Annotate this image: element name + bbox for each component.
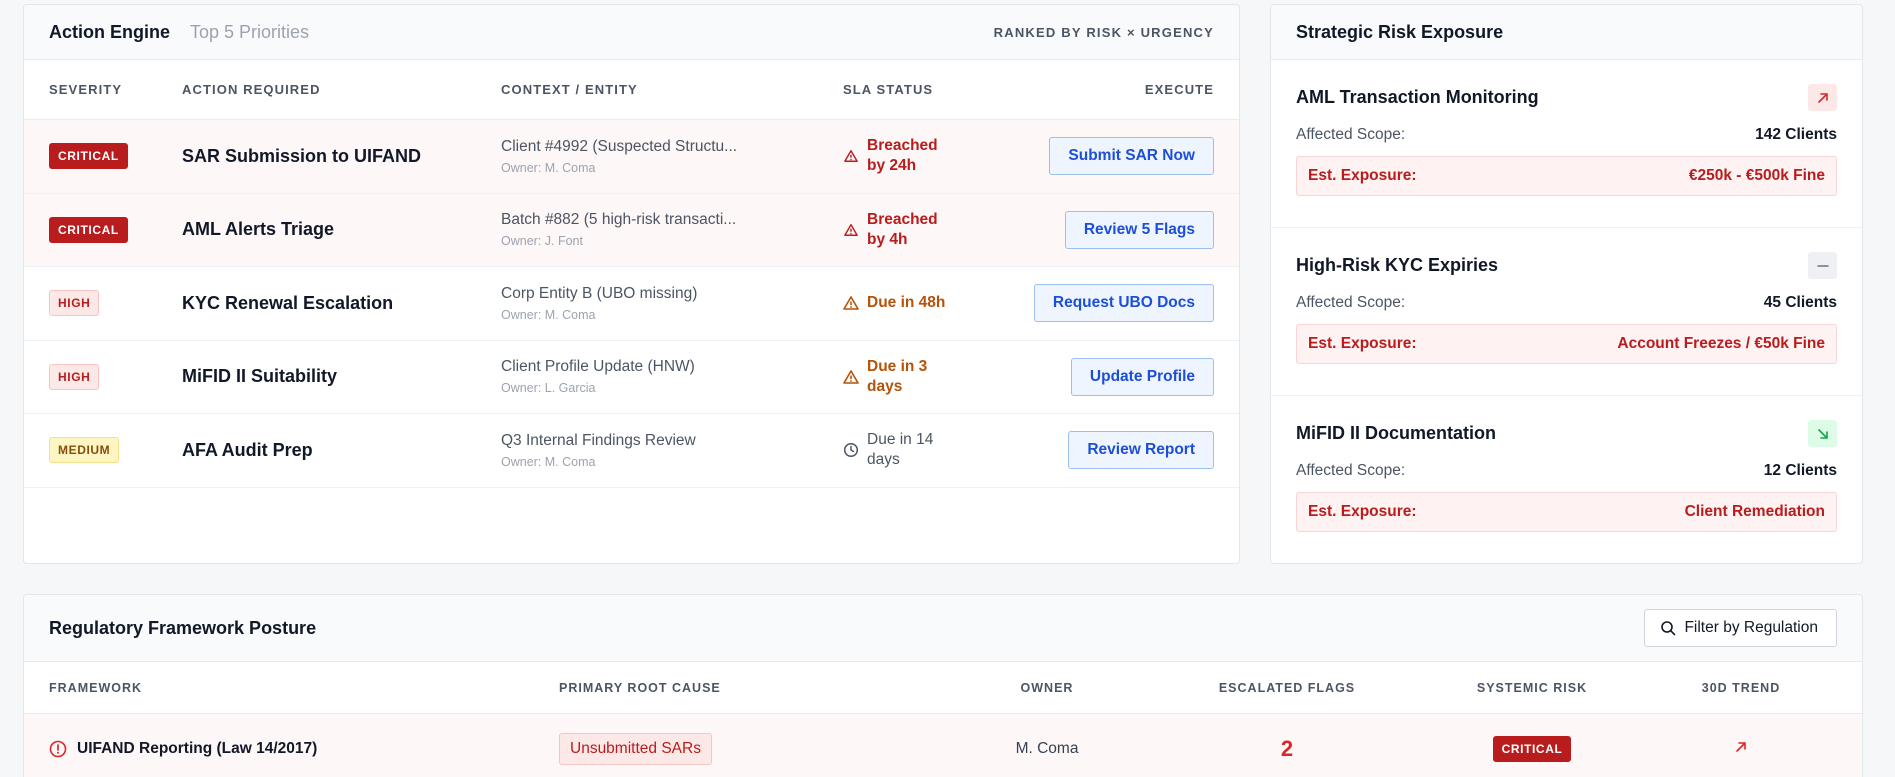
severity-badge: CRITICAL: [49, 143, 128, 170]
search-icon: [1661, 621, 1676, 636]
col-owner: OWNER: [1020, 680, 1074, 695]
action-engine-panel: Action Engine Top 5 Priorities RANKED BY…: [23, 4, 1240, 564]
arrow-up-right-icon: [1808, 84, 1837, 111]
action-title: MiFID II Suitability: [182, 366, 338, 387]
action-row: HIGH KYC Renewal Escalation Corp Entity …: [24, 267, 1239, 341]
col-sla: SLA STATUS: [843, 82, 934, 97]
dash-icon: [1808, 252, 1837, 279]
col-severity: SEVERITY: [49, 82, 123, 97]
risk-item: MiFID II Documentation Affected Scope: 1…: [1271, 396, 1862, 563]
action-title: AML Alerts Triage: [182, 219, 335, 240]
scope-label: Affected Scope:: [1296, 294, 1406, 311]
sla-status: Due in 3 days: [867, 357, 928, 395]
strategic-risk-panel: Strategic Risk Exposure AML Transaction …: [1270, 4, 1863, 564]
warning-triangle-icon: [843, 296, 859, 311]
exposure-value: Client Remediation: [1684, 503, 1825, 520]
arrow-down-right-icon: [1808, 420, 1837, 447]
sla-status: Breached by 4h: [867, 210, 938, 248]
filter-label: Filter by Regulation: [1684, 619, 1818, 636]
action-title: KYC Renewal Escalation: [182, 292, 394, 313]
strategic-risk-header: Strategic Risk Exposure: [1271, 5, 1862, 60]
action-row: CRITICAL SAR Submission to UIFAND Client…: [24, 120, 1239, 194]
risk-item: AML Transaction Monitoring Affected Scop…: [1271, 60, 1862, 228]
request-ubo-docs-button[interactable]: Request UBO Docs: [1033, 284, 1214, 323]
context-entity: Client Profile Update (HNW): [501, 358, 695, 376]
sla-status: Breached by 24h: [867, 137, 938, 175]
severity-badge: CRITICAL: [49, 216, 128, 243]
root-cause-tag: Unsubmitted SARs: [559, 733, 712, 765]
table-row[interactable]: UIFAND Reporting (Law 14/2017) Unsubmitt…: [24, 714, 1862, 777]
arrow-up-right-icon: [1736, 741, 1746, 752]
framework-name: UIFAND Reporting (Law 14/2017): [77, 740, 318, 757]
exposure-value: €250k - €500k Fine: [1688, 167, 1825, 184]
risk-item-name: High-Risk KYC Expiries: [1296, 255, 1499, 275]
action-title: SAR Submission to UIFAND: [182, 145, 422, 166]
warning-triangle-icon: [844, 223, 858, 236]
alert-circle-icon: [49, 740, 67, 758]
context-entity: Corp Entity B (UBO missing): [501, 284, 698, 302]
clock-icon: [843, 443, 859, 458]
severity-badge: MEDIUM: [49, 437, 120, 464]
context-entity: Client #4992 (Suspected Structu...: [501, 137, 738, 155]
owner-name: M. Coma: [1015, 740, 1079, 757]
regulatory-title: Regulatory Framework Posture: [49, 617, 317, 638]
update-profile-button[interactable]: Update Profile: [1070, 357, 1214, 396]
risk-item-name: MiFID II Documentation: [1296, 423, 1496, 443]
scope-value: 142 Clients: [1755, 126, 1837, 143]
scope-value: 12 Clients: [1763, 462, 1837, 479]
exposure-value: Account Freezes / €50k Fine: [1617, 335, 1825, 352]
action-engine-title: Action Engine: [49, 21, 170, 42]
severity-badge: HIGH: [49, 363, 100, 390]
context-entity: Q3 Internal Findings Review: [501, 431, 696, 449]
scope-label: Affected Scope:: [1296, 126, 1406, 143]
strategic-risk-title: Strategic Risk Exposure: [1296, 21, 1504, 42]
exposure-label: Est. Exposure:: [1308, 167, 1417, 184]
action-row: CRITICAL AML Alerts Triage Batch #882 (5…: [24, 193, 1239, 267]
regulatory-header: Regulatory Framework Posture Filter by R…: [24, 595, 1862, 662]
col-context: CONTEXT / ENTITY: [501, 82, 638, 97]
col-escalated-flags: ESCALATED FLAGS: [1218, 680, 1356, 695]
action-engine-header: Action Engine Top 5 Priorities RANKED BY…: [24, 5, 1239, 60]
ranking-label: RANKED BY RISK × URGENCY: [993, 24, 1214, 40]
regulatory-framework-panel: Regulatory Framework Posture Filter by R…: [23, 594, 1863, 777]
warning-triangle-icon: [843, 369, 859, 384]
escalated-flags-count: 2: [1280, 736, 1294, 761]
col-execute: EXECUTE: [1144, 82, 1214, 97]
sla-status: Due in 48h: [867, 294, 946, 312]
context-owner: Owner: J. Font: [501, 234, 583, 249]
col-root-cause: PRIMARY ROOT CAUSE: [559, 680, 721, 695]
exposure-label: Est. Exposure:: [1308, 335, 1417, 352]
severity-badge: HIGH: [49, 290, 100, 317]
scope-label: Affected Scope:: [1296, 462, 1406, 479]
sla-status: Due in 14 days: [867, 431, 934, 469]
context-owner: Owner: M. Coma: [501, 307, 596, 322]
context-owner: Owner: M. Coma: [501, 454, 596, 469]
col-30d-trend: 30D TREND: [1701, 680, 1781, 695]
scope-value: 45 Clients: [1763, 294, 1837, 311]
action-row: MEDIUM AFA Audit Prep Q3 Internal Findin…: [24, 414, 1239, 488]
submit-sar-button[interactable]: Submit SAR Now: [1049, 137, 1214, 176]
warning-triangle-icon: [844, 150, 858, 163]
action-title: AFA Audit Prep: [182, 439, 313, 460]
risk-item-name: AML Transaction Monitoring: [1296, 87, 1539, 107]
action-engine-subtitle: Top 5 Priorities: [190, 21, 310, 42]
risk-item: High-Risk KYC Expiries Affected Scope: 4…: [1271, 228, 1862, 396]
systemic-risk-badge: CRITICAL: [1492, 736, 1572, 762]
action-table-header: SEVERITY ACTION REQUIRED CONTEXT / ENTIT…: [24, 60, 1239, 120]
col-action: ACTION REQUIRED: [182, 82, 321, 97]
review-flags-button[interactable]: Review 5 Flags: [1064, 210, 1214, 249]
regulatory-table-header: FRAMEWORK PRIMARY ROOT CAUSE OWNER ESCAL…: [24, 662, 1862, 714]
exposure-label: Est. Exposure:: [1308, 503, 1417, 520]
col-framework: FRAMEWORK: [49, 680, 143, 695]
context-owner: Owner: L. Garcia: [501, 381, 596, 396]
col-systemic-risk: SYSTEMIC RISK: [1476, 680, 1588, 695]
filter-by-regulation-button[interactable]: Filter by Regulation: [1644, 609, 1837, 647]
context-entity: Batch #882 (5 high-risk transacti...: [501, 211, 737, 229]
action-row: HIGH MiFID II Suitability Client Profile…: [24, 341, 1239, 414]
context-owner: Owner: M. Coma: [501, 160, 596, 175]
review-report-button[interactable]: Review Report: [1068, 431, 1214, 470]
